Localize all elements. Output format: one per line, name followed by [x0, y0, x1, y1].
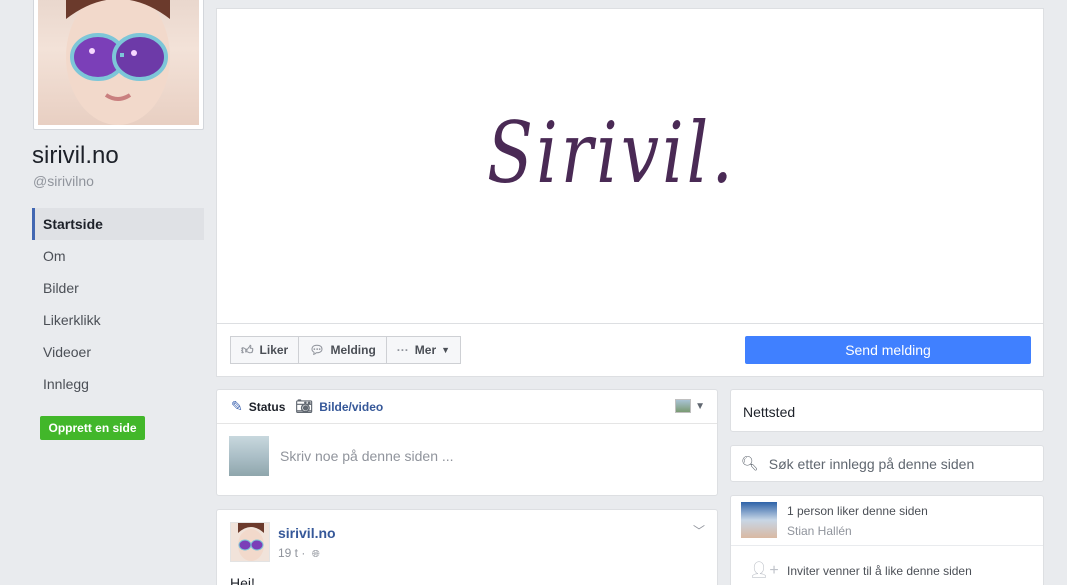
thumbs-up-icon: 👍︎ — [241, 342, 254, 357]
post-as-avatar[interactable] — [675, 399, 691, 413]
tab-photo-label: Bilde/video — [319, 399, 384, 414]
page-handle[interactable]: @sirivilno — [33, 173, 94, 189]
likes-box: 1 person liker denne siden Stian Hallén … — [730, 495, 1044, 585]
feed-post: sirivil.no 19 t · 🌐︎ ﹀ Hei! — [216, 509, 718, 585]
website-box[interactable]: Nettsted — [730, 389, 1044, 432]
caret-down-icon: ▼ — [441, 345, 451, 355]
profile-photo-illustration — [66, 0, 170, 125]
search-input[interactable]: Søk etter innlegg på denne siden — [769, 456, 974, 472]
nav-item-bilder[interactable]: Bilder — [32, 272, 204, 304]
camera-icon: 📷︎ — [295, 398, 314, 414]
message-button-label: Melding — [330, 343, 376, 357]
tab-photo-video[interactable]: 📷︎ Bilde/video — [295, 398, 383, 415]
nav-item-innlegg[interactable]: Innlegg — [32, 368, 204, 400]
cover-photo[interactable]: Sirivil. — [216, 8, 1044, 324]
more-dots-icon: ··· — [396, 343, 409, 357]
action-button-group: 👍︎ Liker 💬︎ Melding ··· Mer ▼ — [230, 336, 462, 364]
chevron-down-icon[interactable]: ﹀ — [693, 522, 705, 539]
page-nav: Startside Om Bilder Likerklikk Videoer I… — [32, 208, 204, 400]
more-button[interactable]: ··· Mer ▼ — [386, 336, 462, 364]
likes-row: 1 person liker denne siden Stian Hallén — [731, 496, 1043, 546]
post-text: Hei! — [230, 575, 255, 585]
like-button[interactable]: 👍︎ Liker — [230, 336, 300, 364]
liker-name[interactable]: Stian Hallén — [787, 524, 852, 538]
post-timestamp[interactable]: 19 t · — [278, 546, 305, 560]
post-meta: 19 t · 🌐︎ — [278, 546, 320, 560]
send-message-button[interactable]: Send melding — [745, 336, 1031, 364]
tab-status-label: Status — [248, 399, 286, 414]
search-icon: 🔍︎ — [741, 455, 759, 471]
caret-down-icon[interactable]: ▼ — [695, 401, 705, 412]
nav-item-startside[interactable]: Startside — [32, 208, 204, 240]
profile-picture[interactable] — [33, 0, 204, 130]
pencil-icon: ✎ — [231, 398, 243, 414]
nav-item-likerklikk[interactable]: Likerklikk — [32, 304, 204, 336]
composer-avatar — [229, 436, 269, 476]
messenger-icon: 💬︎ — [309, 343, 325, 357]
composer-tabs: ✎ Status 📷︎ Bilde/video — [217, 390, 717, 424]
post-author-avatar[interactable] — [230, 522, 270, 562]
create-page-button[interactable]: Opprett en side — [40, 416, 145, 440]
post-author-name[interactable]: sirivil.no — [278, 525, 336, 541]
website-label: Nettsted — [743, 404, 796, 420]
post-avatar-illustration — [238, 523, 264, 561]
invite-friends-link[interactable]: Inviter venner til å like denne siden — [787, 564, 972, 578]
likes-count-text[interactable]: 1 person liker denne siden — [787, 504, 928, 518]
nav-item-om[interactable]: Om — [32, 240, 204, 272]
nav-item-videoer[interactable]: Videoer — [32, 336, 204, 368]
page-search-box[interactable]: 🔍︎ Søk etter innlegg på denne siden — [730, 445, 1044, 482]
more-button-label: Mer — [414, 343, 437, 357]
page-action-bar: 👍︎ Liker 💬︎ Melding ··· Mer ▼ Send meldi… — [216, 323, 1044, 377]
post-composer: ✎ Status 📷︎ Bilde/video ▼ Skriv noe på d… — [216, 389, 718, 496]
liker-avatar[interactable] — [741, 502, 777, 538]
add-friend-icon: 👤︎+ — [749, 562, 779, 579]
composer-input[interactable]: Skriv noe på denne siden ... — [280, 448, 454, 464]
like-button-label: Liker — [259, 343, 289, 357]
profile-photo — [38, 0, 199, 125]
page-title[interactable]: sirivil.no — [32, 142, 119, 170]
cover-logo: Sirivil. — [487, 104, 737, 202]
globe-icon[interactable]: 🌐︎ — [312, 549, 320, 560]
tab-status[interactable]: ✎ Status — [231, 398, 285, 415]
message-button[interactable]: 💬︎ Melding — [299, 336, 387, 364]
